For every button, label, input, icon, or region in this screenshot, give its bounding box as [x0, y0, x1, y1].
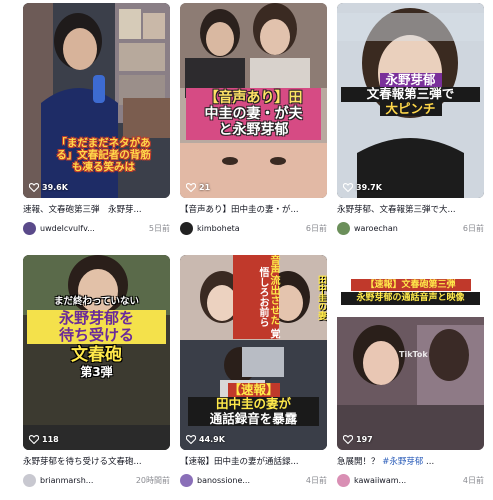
caption-line: 第3弾	[80, 364, 113, 379]
like-count: 118	[29, 435, 59, 444]
video-card[interactable]: 【速報】文春砲第三弾 永野芽郁の通話音声と映像 TikTok 197 急展開！？…	[337, 255, 484, 487]
video-card[interactable]: 永野芽郁 文春報第三弾で 大ピンチ 39.7K 永野芽郁、文春報第三弾で大...…	[337, 3, 484, 235]
author-name[interactable]: kawaiiwam...	[354, 476, 459, 485]
video-grid: 「まだまだネタがあ る」文春記者の背筋 も凍る笑みは 39.6K 速報、文春砲第…	[0, 0, 493, 500]
caption-line: と永野芽郁	[218, 122, 289, 139]
video-thumbnail[interactable]: 永野芽郁 文春報第三弾で 大ピンチ 39.7K	[337, 3, 484, 198]
post-date: 4日前	[462, 475, 484, 485]
caption-line: る」文春記者の背筋	[56, 149, 151, 162]
video-thumbnail[interactable]: 音声流出させた 覚悟しろお前ら 田中圭の妻 【速報】 田中圭の妻が 通話録音を暴…	[180, 255, 327, 450]
like-count-value: 197	[356, 435, 373, 444]
side-text-line: 田中圭の妻	[316, 274, 326, 320]
like-count-value: 21	[199, 183, 211, 192]
post-date: 6日前	[305, 223, 327, 233]
like-count-value: 39.7K	[356, 183, 382, 192]
thumbnail-caption: 【音声あり】田 中圭の妻・が夫 と永野芽郁	[186, 88, 321, 141]
author-row: uwdelcvulfv... 5日前	[23, 221, 170, 235]
thumbnail-caption: まだ終わっていない 永野芽郁を 待ち受ける 文春砲 第3弾	[27, 296, 166, 380]
video-description[interactable]: 永野芽郁、文春報第三弾で大...	[337, 204, 484, 216]
post-date: 5日前	[148, 223, 170, 233]
caption-line: 「まだまだネタがあ	[56, 137, 151, 149]
like-count: 44.9K	[186, 435, 225, 444]
like-count-value: 39.6K	[42, 183, 68, 192]
video-card[interactable]: 【音声あり】田 中圭の妻・が夫 と永野芽郁 21 【音声あり】田中圭の妻・が..…	[180, 3, 327, 235]
video-description[interactable]: 【音声あり】田中圭の妻・が...	[180, 204, 327, 216]
video-card[interactable]: まだ終わっていない 永野芽郁を 待ち受ける 文春砲 第3弾 118 永野芽郁を待…	[23, 255, 170, 487]
video-thumbnail[interactable]: 【速報】文春砲第三弾 永野芽郁の通話音声と映像 TikTok 197	[337, 255, 484, 450]
avatar[interactable]	[23, 221, 36, 235]
video-description[interactable]: 速報、文春砲第三弾 永野芽...	[23, 204, 170, 216]
thumbnail-caption: 永野芽郁 文春報第三弾で 大ピンチ	[341, 72, 480, 117]
like-count-value: 118	[42, 435, 59, 444]
caption-line: 中圭の妻・が夫	[204, 106, 303, 123]
heart-icon	[29, 183, 39, 192]
heart-icon	[343, 183, 353, 192]
author-name[interactable]: kimboheta	[197, 224, 302, 233]
avatar[interactable]	[337, 473, 350, 487]
author-name[interactable]: brianmarsh...	[40, 476, 132, 485]
heart-icon	[186, 183, 196, 192]
video-description[interactable]: 急展開！？ #永野芽郁 ...	[337, 456, 484, 468]
thumbnail-side-text: 田中圭の妻	[313, 255, 326, 339]
caption-line: 【音声あり】田	[204, 90, 303, 106]
author-row: kawaiiwam... 4日前	[337, 473, 484, 487]
side-text-line: 音声流出させた	[268, 255, 279, 326]
caption-line: まだ終わっていない	[53, 296, 140, 307]
caption-line: 永野芽郁を	[27, 309, 166, 328]
avatar[interactable]	[337, 221, 350, 235]
caption-line: 文春砲	[71, 345, 122, 366]
tiktok-watermark: TikTok	[399, 350, 428, 359]
caption-line: 【速報】	[227, 382, 280, 398]
video-description[interactable]: 【速報】田中圭の妻が通話録...	[180, 456, 327, 468]
like-count: 39.7K	[343, 183, 382, 192]
like-count: 21	[186, 183, 210, 192]
heart-icon	[343, 435, 353, 444]
author-name[interactable]: uwdelcvulfv...	[40, 224, 145, 233]
like-count: 197	[343, 435, 373, 444]
watermark-text: TikTok	[399, 350, 428, 359]
avatar[interactable]	[23, 473, 36, 487]
thumbnail-caption: 「まだまだネタがあ る」文春記者の背筋 も凍る笑みは	[39, 137, 168, 173]
author-name[interactable]: banossione...	[197, 476, 302, 485]
heart-icon	[186, 435, 196, 444]
video-description[interactable]: 永野芽郁を待ち受ける文春砲...	[23, 456, 170, 468]
heart-icon	[29, 435, 39, 444]
author-row: waroechan 6日前	[337, 221, 484, 235]
author-row: brianmarsh... 20時間前	[23, 473, 170, 487]
post-date: 6日前	[462, 223, 484, 233]
caption-line: 文春報第三弾で	[341, 86, 480, 102]
author-row: banossione... 4日前	[180, 473, 327, 487]
thumbnail-caption: 【速報】 田中圭の妻が 通話録音を暴露	[188, 382, 319, 427]
caption-line: 田中圭の妻が	[188, 396, 319, 412]
caption-line: も凍る笑みは	[72, 161, 135, 174]
caption-line: 【速報】文春砲第三弾	[350, 279, 471, 292]
hashtag-link[interactable]: #永野芽郁	[382, 457, 423, 467]
video-card[interactable]: 「まだまだネタがあ る」文春記者の背筋 も凍る笑みは 39.6K 速報、文春砲第…	[23, 3, 170, 235]
thumbnail-side-text: 音声流出させた 覚悟しろお前ら	[233, 255, 279, 339]
author-row: kimboheta 6日前	[180, 221, 327, 235]
avatar[interactable]	[180, 221, 193, 235]
caption-line: 永野芽郁	[379, 72, 442, 88]
like-count: 39.6K	[29, 183, 68, 192]
video-card[interactable]: 音声流出させた 覚悟しろお前ら 田中圭の妻 【速報】 田中圭の妻が 通話録音を暴…	[180, 255, 327, 487]
avatar[interactable]	[180, 473, 193, 487]
video-thumbnail[interactable]: 【音声あり】田 中圭の妻・が夫 と永野芽郁 21	[180, 3, 327, 198]
post-date: 20時間前	[135, 475, 170, 485]
caption-line: 永野芽郁の通話音声と映像	[341, 292, 480, 305]
video-thumbnail[interactable]: 「まだまだネタがあ る」文春記者の背筋 も凍る笑みは 39.6K	[23, 3, 170, 198]
thumbnail-caption: 【速報】文春砲第三弾 永野芽郁の通話音声と映像	[341, 279, 480, 305]
description-ellipsis: ...	[426, 457, 435, 467]
description-text: 急展開！？	[337, 457, 380, 467]
like-count-value: 44.9K	[199, 435, 225, 444]
post-date: 4日前	[305, 475, 327, 485]
caption-line: 大ピンチ	[379, 101, 442, 117]
video-thumbnail[interactable]: まだ終わっていない 永野芽郁を 待ち受ける 文春砲 第3弾 118	[23, 255, 170, 450]
caption-line: 通話録音を暴露	[188, 411, 319, 427]
caption-line: 待ち受ける	[27, 326, 166, 345]
author-name[interactable]: waroechan	[354, 224, 459, 233]
